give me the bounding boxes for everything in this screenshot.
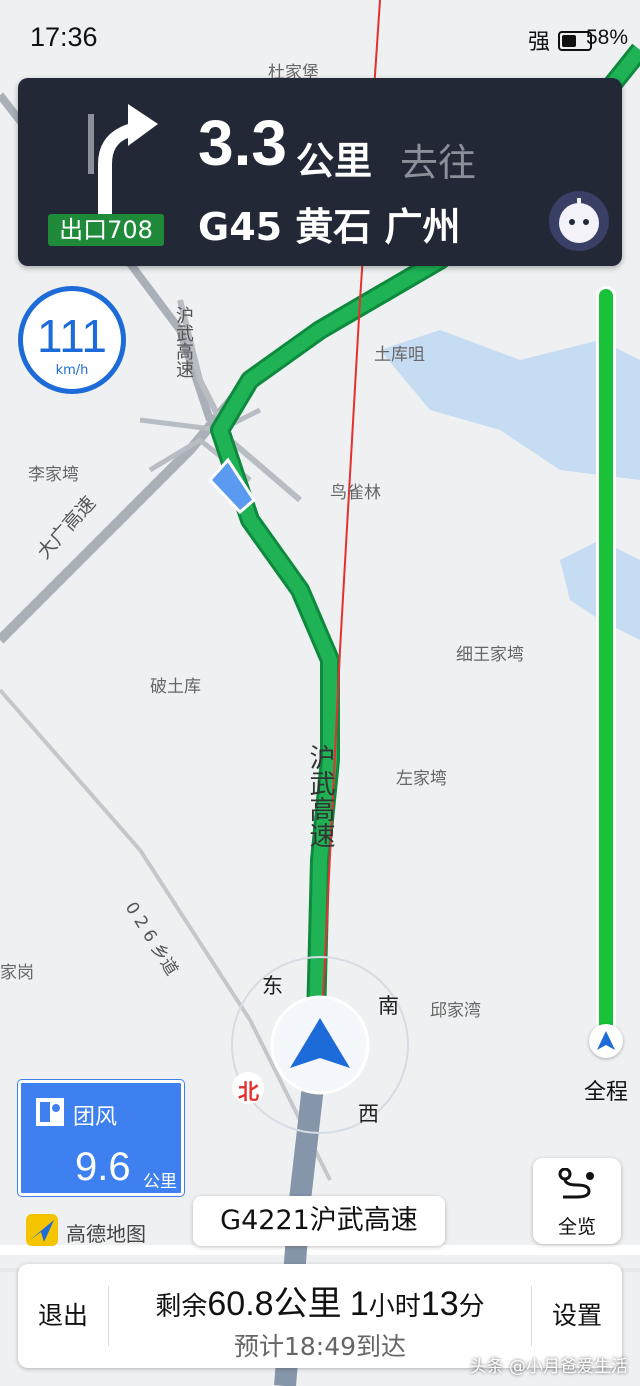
map-label: 细王家塆 (456, 645, 524, 665)
turn-right-arrow-icon (88, 104, 158, 214)
remaining-line: 剩余60.8公里 1小时13分 (118, 1276, 522, 1325)
trip-summary[interactable]: 剩余60.8公里 1小时13分 预计18:49到达 (118, 1276, 522, 1363)
compass-north: 北 (238, 1080, 259, 1104)
eta: 预计18:49到达 (233, 1332, 407, 1361)
route-progress-bar (596, 286, 616, 1056)
sign-name: 团风 (73, 1105, 118, 1130)
battery-percent: 58% (585, 26, 628, 49)
map-label: 邱家湾 (430, 1001, 481, 1021)
watermark: 头条 @小月爸爱生活 (469, 1357, 628, 1377)
map-label: 鸟雀林 (330, 483, 381, 503)
sign-unit: 公里 (143, 1172, 177, 1192)
status-bar: 17:36 强 58% (0, 0, 640, 78)
map-label: 沪武高速 (305, 744, 335, 848)
map-label: 沪武高速 (173, 306, 194, 378)
progress-label: 全程 (584, 1080, 629, 1105)
distance-unit: 公里 (296, 139, 373, 183)
overview-label: 全览 (557, 1216, 596, 1238)
amap-logo-icon (26, 1214, 58, 1246)
exit-navigation-button[interactable]: 退出 (18, 1264, 108, 1368)
status-time: 17:36 (30, 22, 98, 52)
divider (108, 1286, 109, 1346)
overview-button[interactable]: 全览 (533, 1158, 621, 1244)
map-label: 左家塆 (396, 769, 447, 789)
hours-unit: 小时 (368, 1292, 421, 1322)
remaining-hours: 1 (349, 1285, 369, 1323)
remaining-minutes: 13 (420, 1285, 459, 1323)
compass-east: 东 (262, 974, 283, 998)
voice-assistant-icon[interactable] (548, 190, 610, 252)
speed-unit: km/h (55, 363, 89, 378)
signal-strength: 强 (527, 30, 550, 55)
speedometer: 111 km/h (18, 286, 126, 394)
map-label: 破土库 (150, 677, 201, 697)
current-road: G4221沪武高速 (193, 1196, 445, 1246)
map-label: 土库咀 (374, 345, 425, 365)
compass-west: 西 (358, 1102, 379, 1126)
minutes-unit: 分 (458, 1292, 485, 1322)
toll-station-icon (36, 1098, 64, 1126)
sign-distance: 9.6 (75, 1145, 131, 1189)
amap-logo: 高德地图 (26, 1214, 166, 1248)
route-overview-icon (558, 1168, 594, 1199)
map-label: 家岗 (0, 963, 34, 983)
compass-south: 南 (378, 994, 399, 1018)
exit-badge: 出口708 (48, 214, 164, 246)
progress-marker (589, 1024, 623, 1058)
remaining-distance: 60.8公里 (207, 1285, 342, 1323)
service-area-sign[interactable]: 团风 9.6 公里 (18, 1080, 184, 1196)
guidance-card[interactable]: 出口708 3.3 公里 去往 G45 黄石 广州 (18, 78, 622, 266)
map-label: 李家塆 (28, 465, 79, 485)
speed-value: 111 (37, 310, 107, 362)
navigation-arrow-icon (597, 1031, 615, 1050)
next-road: G45 黄石 广州 (198, 205, 461, 249)
remaining-prefix: 剩余 (155, 1292, 208, 1322)
goto-label: 去往 (400, 141, 477, 185)
brand-name: 高德地图 (66, 1222, 146, 1246)
distance-to-turn: 3.3 (198, 107, 287, 179)
